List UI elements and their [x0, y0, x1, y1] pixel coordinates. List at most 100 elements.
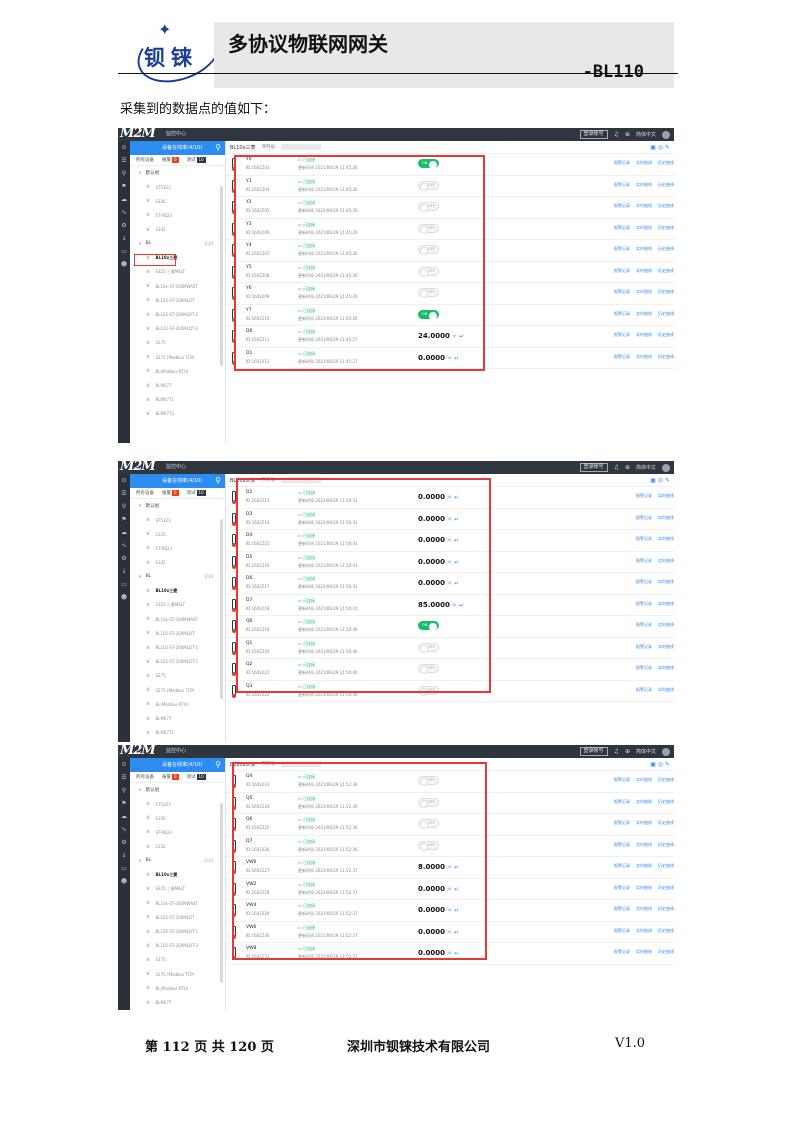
dashboard-icon[interactable]: ⊙	[118, 141, 130, 154]
switch-toggle[interactable]: OFF	[418, 202, 439, 212]
row-link[interactable]: 历史曲线	[658, 842, 674, 848]
cloud-icon[interactable]: ☁	[118, 193, 130, 206]
tab-test[interactable]: 测试 10	[187, 490, 206, 496]
globe-icon[interactable]: ⊕	[625, 748, 630, 755]
switch-toggle[interactable]: OFF	[418, 664, 439, 674]
row-link[interactable]: 报警记录	[614, 354, 630, 360]
tab-all-devices[interactable]: 所有设备	[136, 157, 154, 163]
list-icon[interactable]: ☰	[118, 154, 130, 167]
row-link[interactable]: 实时曲线	[658, 601, 674, 607]
edit-value-icon[interactable]: ✧ ↵	[447, 950, 459, 957]
cloud-icon[interactable]: ☁	[118, 810, 130, 823]
tree-group[interactable]: ∨ 默认组	[130, 783, 225, 797]
row-link[interactable]: 实时曲线	[636, 842, 652, 848]
download-icon[interactable]: ↓	[118, 565, 130, 578]
chart-icon[interactable]: ∿	[118, 206, 130, 219]
language-select[interactable]: 简体中文	[636, 464, 656, 471]
tab-alarm[interactable]: 报警 0	[162, 774, 179, 780]
nav-monitor-center[interactable]: 监控中心	[166, 463, 186, 470]
account-button[interactable]: 登录帐号	[579, 130, 608, 139]
row-link[interactable]: 实时曲线	[636, 863, 652, 869]
row-link[interactable]: 报警记录	[636, 665, 652, 671]
tree-device-item[interactable]: ⚟ S326	[130, 194, 225, 208]
tree-device-item[interactable]: ⚟ BLM07T	[130, 711, 225, 725]
switch-toggle[interactable]: ON	[418, 309, 439, 320]
tree-device-item[interactable]: ⚟ S326	[130, 811, 225, 825]
row-link[interactable]: 历史曲线	[658, 863, 674, 869]
tree-device-item[interactable]: ⚟ BL10x三菱	[130, 584, 225, 598]
row-link[interactable]: 历史曲线	[658, 182, 674, 188]
list-icon[interactable]: ☰	[118, 487, 130, 500]
tree-device-item[interactable]: ⚟ S326	[130, 527, 225, 541]
tree-device-item[interactable]: ⚟ BL102-ST-200MLDT-1	[130, 308, 225, 322]
row-link[interactable]: 历史曲线	[658, 885, 674, 891]
edit-value-icon[interactable]: ✧ ↵	[447, 537, 459, 544]
tree-device-item[interactable]: ⚟ ST5323	[130, 797, 225, 811]
tree-device-item[interactable]: ⚟ BLM07T2	[130, 407, 225, 421]
tree-group[interactable]: ∨ 默认组	[130, 166, 225, 180]
row-link[interactable]: 历史曲线	[658, 225, 674, 231]
row-link[interactable]: 报警记录	[636, 579, 652, 585]
row-link[interactable]: 历史曲线	[658, 311, 674, 317]
tree-device-item[interactable]: ⚟ S332	[130, 556, 225, 570]
row-link[interactable]: 实时曲线	[636, 311, 652, 317]
switch-toggle[interactable]: ON	[418, 621, 439, 631]
monitor-icon[interactable]: ▭	[118, 578, 130, 591]
tab-alarm[interactable]: 报警 0	[162, 490, 179, 496]
switch-toggle[interactable]: OFF	[418, 776, 439, 786]
row-link[interactable]: 报警记录	[614, 842, 630, 848]
search-icon[interactable]: ⚲	[215, 758, 221, 772]
row-link[interactable]: 实时曲线	[636, 332, 652, 338]
tree-device-item[interactable]: ⚟ BL102-ST-200MLDT	[130, 626, 225, 640]
edit-value-icon[interactable]: ✧ ↵	[447, 907, 459, 914]
user-icon[interactable]: ☻	[118, 875, 130, 888]
switch-toggle[interactable]: OFF	[418, 288, 439, 298]
row-link[interactable]: 实时曲线	[636, 289, 652, 295]
switch-toggle[interactable]: OFF	[418, 685, 439, 696]
bell-icon[interactable]: ♫	[614, 131, 619, 138]
row-link[interactable]: 实时曲线	[636, 928, 652, 934]
tree-device-item[interactable]: ⚟ S275 (Modbus TCP)	[130, 683, 225, 697]
row-link[interactable]: 历史曲线	[658, 799, 674, 805]
tree-device-item[interactable]: ⚟ ST5323	[130, 513, 225, 527]
row-link[interactable]: 报警记录	[614, 799, 630, 805]
alarm-icon[interactable]: ⚑	[118, 797, 130, 810]
row-link[interactable]: 报警记录	[614, 225, 630, 231]
tree-device-item[interactable]: ⚟ BL102-ST-200MLDT-2	[130, 655, 225, 669]
row-link[interactable]: 实时曲线	[636, 182, 652, 188]
chart-icon[interactable]: ∿	[118, 539, 130, 552]
account-button[interactable]: 登录帐号	[579, 463, 608, 472]
tree-device-item[interactable]: ⚟ BL(Modbus RTU)	[130, 364, 225, 378]
row-link[interactable]: 报警记录	[636, 601, 652, 607]
dashboard-icon[interactable]: ⊙	[118, 474, 130, 487]
tree-device-item[interactable]: ⚟ BLM07T1	[130, 393, 225, 407]
row-link[interactable]: 实时曲线	[636, 268, 652, 274]
tree-device-item[interactable]: ⚟ BL(Modbus RTU)	[130, 981, 225, 995]
switch-toggle[interactable]: OFF	[418, 819, 439, 829]
location-icon[interactable]: ⚲	[118, 167, 130, 180]
tree-device-item[interactable]: ⚟ BLM07T1	[130, 726, 225, 740]
edit-value-icon[interactable]: ✧ ↵	[447, 864, 459, 871]
tree-device-item[interactable]: ⚟ S325 三菱MELT	[130, 598, 225, 612]
nav-monitor-center[interactable]: 监控中心	[166, 130, 186, 137]
row-link[interactable]: 实时曲线	[636, 246, 652, 252]
account-button[interactable]: 登录帐号	[579, 747, 608, 756]
globe-icon[interactable]: ⊕	[625, 131, 630, 138]
location-icon[interactable]: ⚲	[118, 784, 130, 797]
row-link[interactable]: 报警记录	[614, 289, 630, 295]
tree-device-item[interactable]: ⚟ ST-R623	[130, 541, 225, 555]
row-link[interactable]: 实时曲线	[658, 536, 674, 542]
tree-group[interactable]: ∨ BL 1/14	[130, 570, 225, 584]
row-link[interactable]: 实时曲线	[636, 799, 652, 805]
language-select[interactable]: 简体中文	[636, 131, 656, 138]
nav-monitor-center[interactable]: 监控中心	[166, 747, 186, 754]
bell-icon[interactable]: ♫	[614, 748, 619, 755]
tree-device-item[interactable]: ⚟ BL10x三菱	[130, 868, 225, 882]
row-link[interactable]: 历史曲线	[658, 949, 674, 955]
dashboard-icon[interactable]: ⊙	[118, 758, 130, 771]
switch-toggle[interactable]: OFF	[418, 266, 439, 277]
row-link[interactable]: 实时曲线	[636, 906, 652, 912]
edit-value-icon[interactable]: ✧ ↵	[447, 559, 459, 566]
row-link[interactable]: 实时曲线	[658, 515, 674, 521]
search-icon[interactable]: ⚲	[215, 141, 221, 155]
